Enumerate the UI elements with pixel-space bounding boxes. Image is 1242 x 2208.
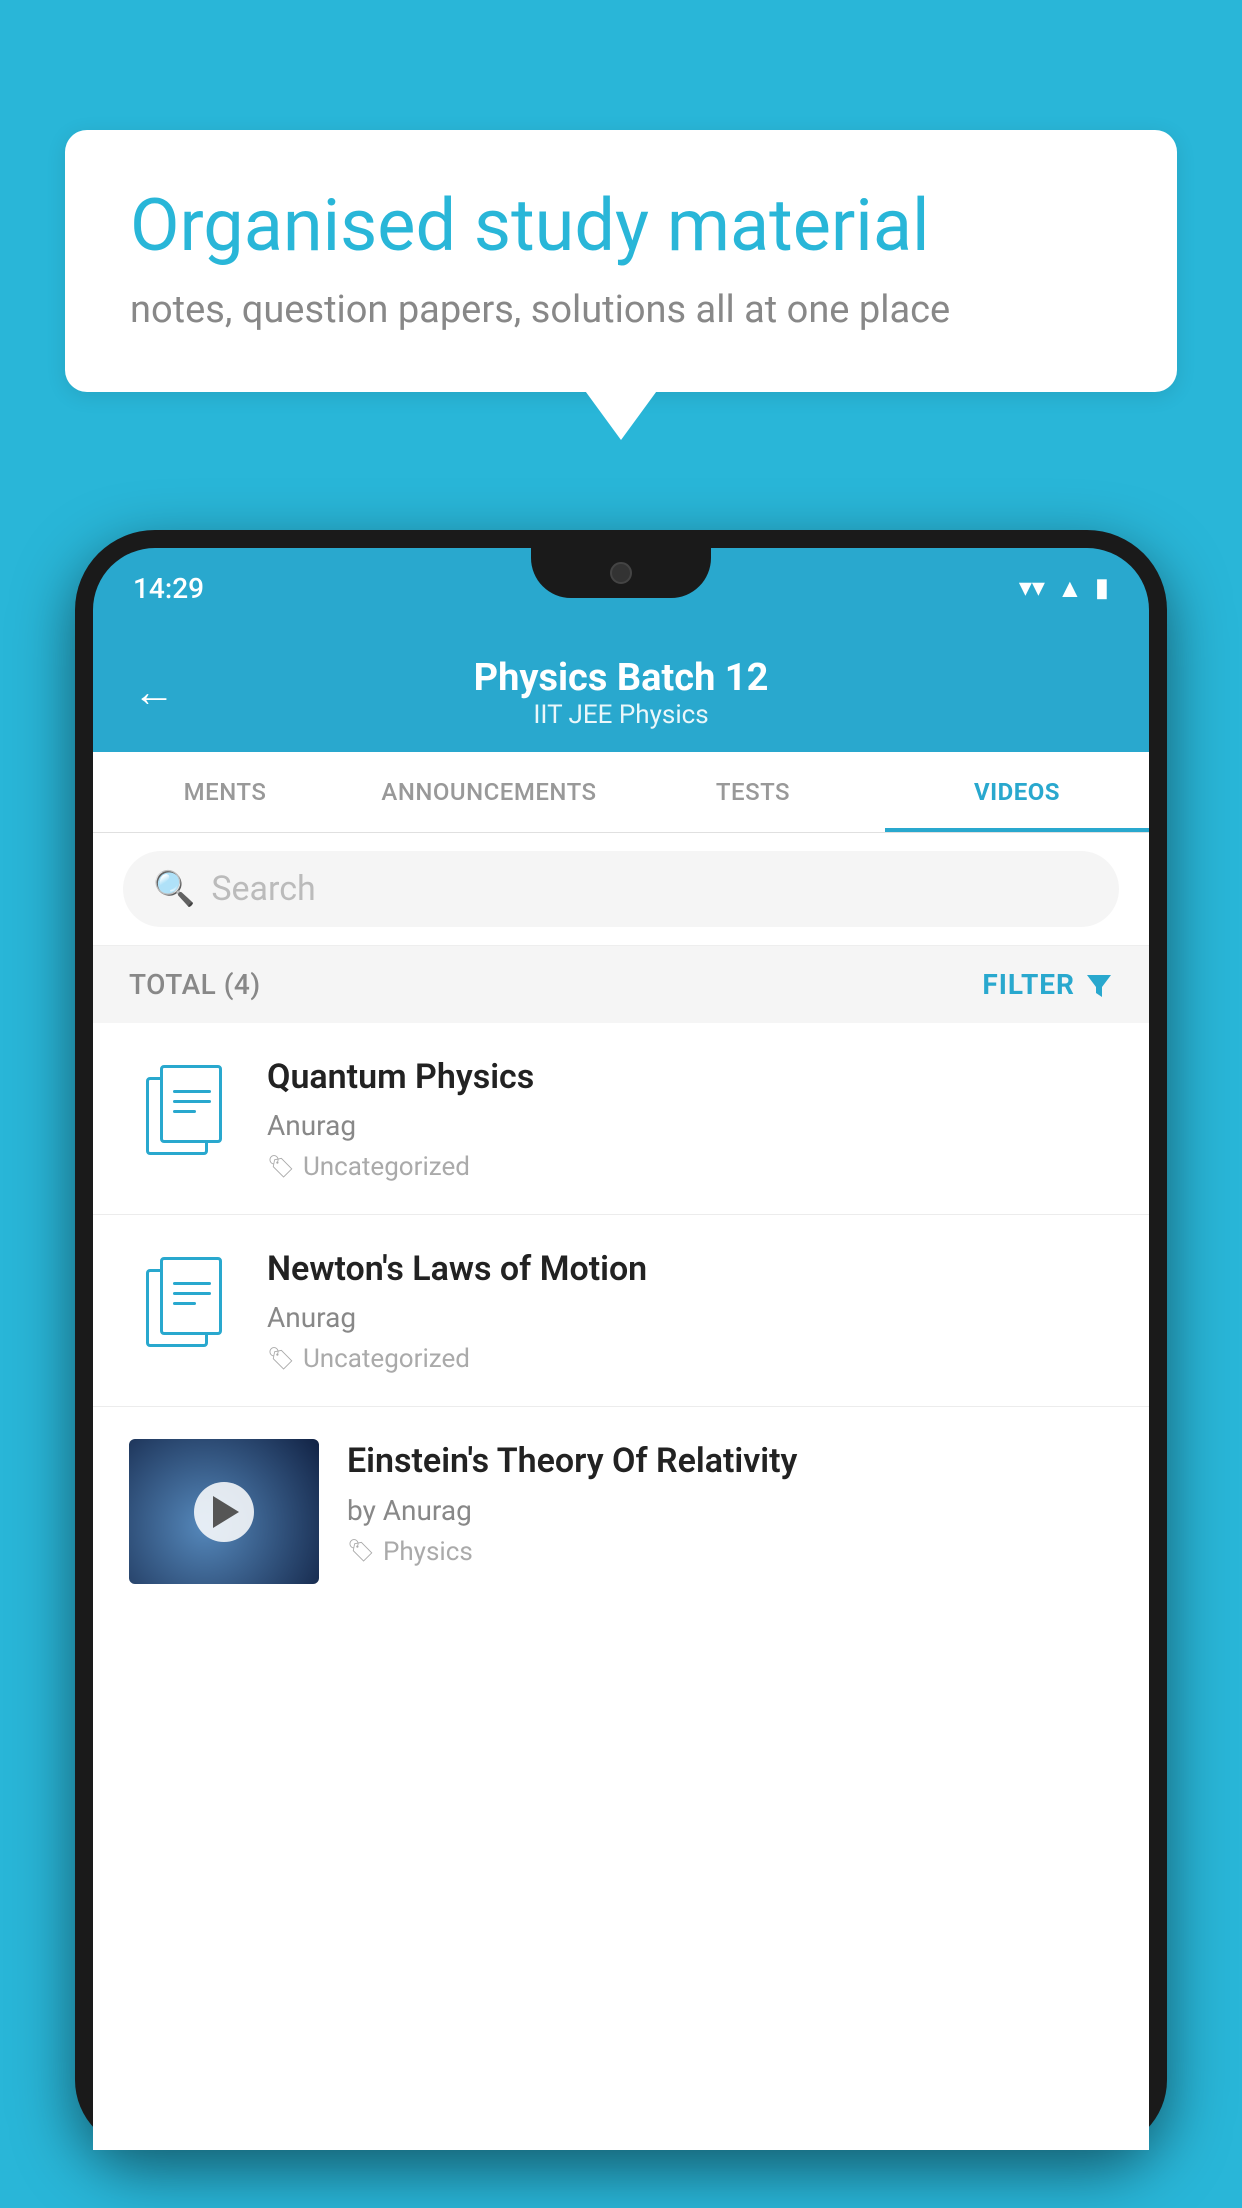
doc-line [173, 1292, 211, 1295]
video-thumb-bg [129, 1439, 319, 1584]
doc-lines [173, 1090, 211, 1120]
phone-notch [531, 548, 711, 598]
filter-bar: TOTAL (4) FILTER [93, 946, 1149, 1023]
play-triangle-icon [213, 1496, 239, 1528]
phone-screen: ← Physics Batch 12 IIT JEE Physics MENTS… [93, 628, 1149, 2150]
tab-announcements[interactable]: ANNOUNCEMENTS [357, 752, 621, 832]
status-time: 14:29 [133, 572, 204, 605]
tag-icon: 🏷 [267, 1347, 295, 1372]
filter-funnel-icon [1085, 971, 1113, 999]
doc-page-front [160, 1257, 222, 1335]
doc-line [173, 1090, 211, 1093]
doc-icon-wrap [129, 1247, 239, 1357]
batch-title: Physics Batch 12 [195, 656, 1047, 700]
tab-videos[interactable]: VIDEOS [885, 752, 1149, 832]
status-bar: 14:29 ▾▾ ▲ ▮ [93, 548, 1149, 628]
doc-line [173, 1110, 196, 1113]
tag-icon: 🏷 [347, 1539, 375, 1564]
signal-icon: ▲ [1057, 573, 1083, 604]
status-icons: ▾▾ ▲ ▮ [1019, 573, 1109, 604]
search-placeholder: Search [211, 869, 315, 909]
video-info: Einstein's Theory Of Relativity by Anura… [347, 1439, 1113, 1566]
speech-bubble-heading: Organised study material [130, 185, 1112, 268]
phone-wrapper: 14:29 ▾▾ ▲ ▮ ← Physics Batch 12 IIT JEE … [75, 530, 1167, 2208]
video-title: Quantum Physics [267, 1055, 1113, 1099]
tag-label: Uncategorized [303, 1152, 470, 1182]
video-thumbnail [129, 1439, 319, 1584]
tabs: MENTS ANNOUNCEMENTS TESTS VIDEOS [93, 752, 1149, 833]
doc-lines [173, 1282, 211, 1312]
video-title: Einstein's Theory Of Relativity [347, 1439, 1113, 1483]
list-item[interactable]: Newton's Laws of Motion Anurag 🏷 Uncateg… [93, 1215, 1149, 1407]
speech-bubble: Organised study material notes, question… [65, 130, 1177, 392]
doc-icon [146, 1065, 222, 1155]
tag-icon: 🏷 [267, 1155, 295, 1180]
doc-line [173, 1302, 196, 1305]
video-info: Newton's Laws of Motion Anurag 🏷 Uncateg… [267, 1247, 1113, 1374]
app-header: ← Physics Batch 12 IIT JEE Physics [93, 628, 1149, 752]
video-tag: 🏷 Physics [347, 1537, 1113, 1567]
video-author: Anurag [267, 1109, 1113, 1142]
list-item[interactable]: Einstein's Theory Of Relativity by Anura… [93, 1407, 1149, 1584]
wifi-icon: ▾▾ [1019, 573, 1045, 603]
video-list: Quantum Physics Anurag 🏷 Uncategorized [93, 1023, 1149, 1584]
filter-label: FILTER [982, 968, 1075, 1001]
search-bar: 🔍 Search [93, 833, 1149, 946]
doc-line [173, 1282, 211, 1285]
tag-label: Uncategorized [303, 1344, 470, 1374]
video-author: by Anurag [347, 1494, 1113, 1527]
search-input-wrapper[interactable]: 🔍 Search [123, 851, 1119, 927]
back-button[interactable]: ← [133, 672, 175, 714]
video-title: Newton's Laws of Motion [267, 1247, 1113, 1291]
camera-dot [610, 562, 632, 584]
filter-button[interactable]: FILTER [982, 968, 1113, 1001]
speech-bubble-container: Organised study material notes, question… [65, 130, 1177, 392]
doc-icon [146, 1257, 222, 1347]
batch-subtitle: IIT JEE Physics [195, 700, 1047, 730]
speech-bubble-subtext: notes, question papers, solutions all at… [130, 288, 1112, 332]
video-info: Quantum Physics Anurag 🏷 Uncategorized [267, 1055, 1113, 1182]
battery-icon: ▮ [1095, 573, 1109, 603]
search-icon: 🔍 [153, 869, 195, 909]
tab-ments[interactable]: MENTS [93, 752, 357, 832]
phone-outer: 14:29 ▾▾ ▲ ▮ ← Physics Batch 12 IIT JEE … [75, 530, 1167, 2150]
list-item[interactable]: Quantum Physics Anurag 🏷 Uncategorized [93, 1023, 1149, 1215]
play-button[interactable] [194, 1482, 254, 1542]
doc-page-front [160, 1065, 222, 1143]
video-tag: 🏷 Uncategorized [267, 1344, 1113, 1374]
video-tag: 🏷 Uncategorized [267, 1152, 1113, 1182]
tag-label: Physics [383, 1537, 473, 1567]
total-count: TOTAL (4) [129, 968, 261, 1001]
video-author: Anurag [267, 1301, 1113, 1334]
doc-line [173, 1100, 211, 1103]
doc-icon-wrap [129, 1055, 239, 1165]
header-title-block: Physics Batch 12 IIT JEE Physics [195, 656, 1047, 730]
tab-tests[interactable]: TESTS [621, 752, 885, 832]
